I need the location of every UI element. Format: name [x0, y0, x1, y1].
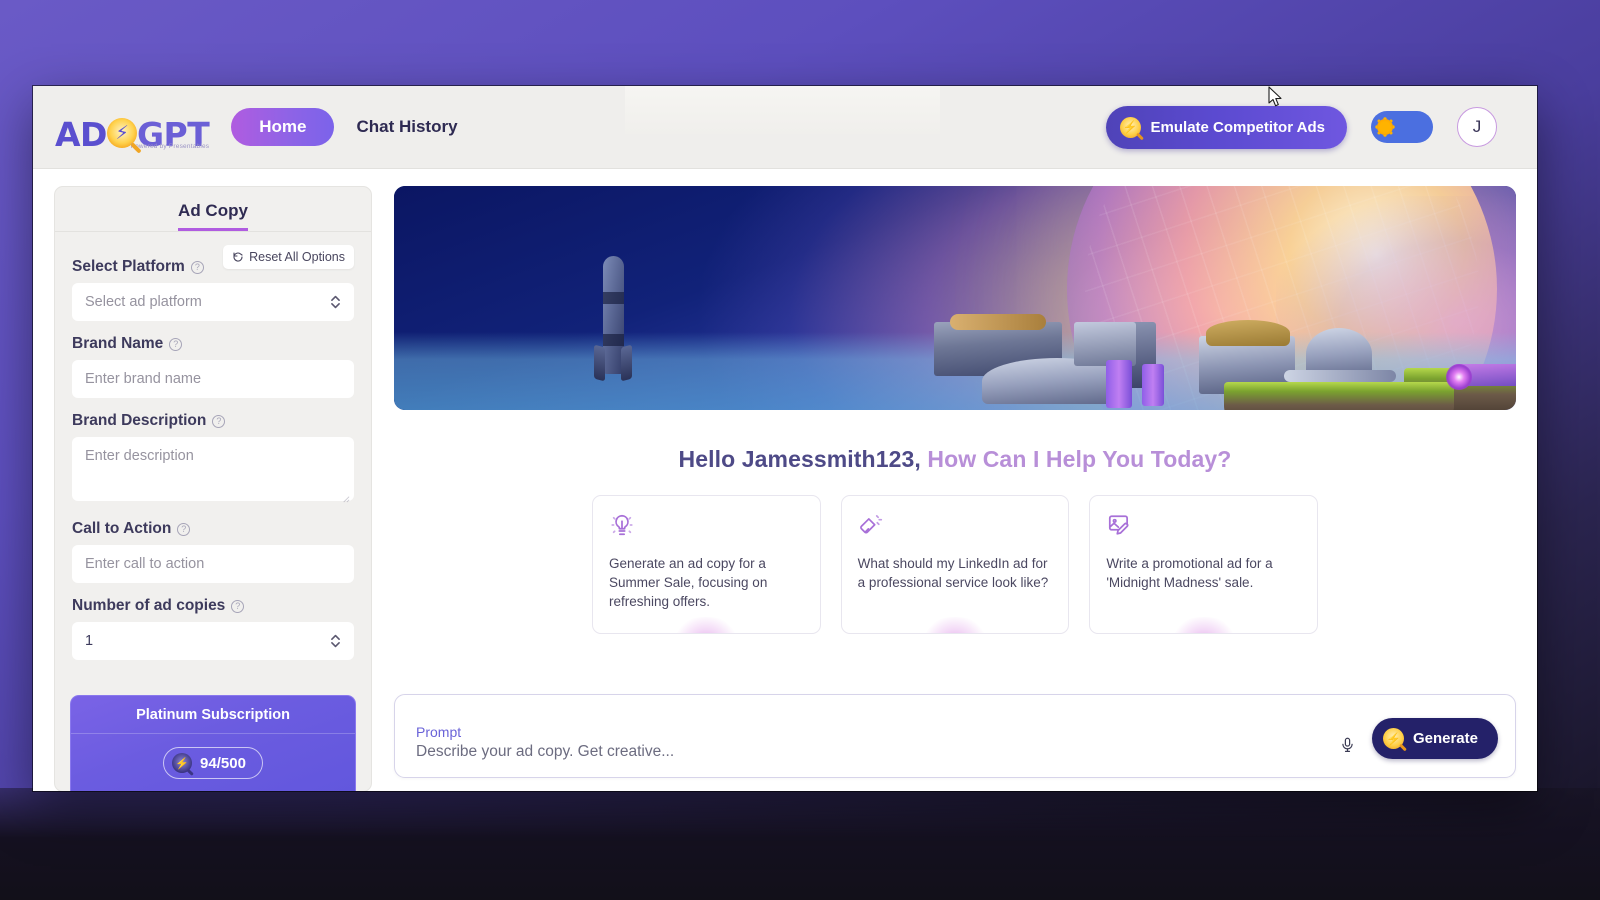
logo-text-ad: AD [55, 114, 107, 154]
select-platform-wrap [72, 283, 354, 321]
hero-portal-glow [1446, 364, 1472, 390]
prompt-area: Prompt ⚡ Generate [394, 694, 1516, 791]
label-call-to-action: Call to Action ? [72, 520, 354, 538]
lightbulb-icon [611, 514, 633, 536]
generate-button[interactable]: ⚡ Generate [1371, 718, 1498, 759]
megaphone-icon [859, 515, 882, 534]
hero-city [394, 300, 1516, 410]
prompt-input[interactable] [416, 743, 1323, 761]
reset-icon [233, 252, 243, 262]
suggestion-card-2[interactable]: What should my LinkedIn ad for a profess… [840, 495, 1070, 635]
emulate-competitor-ads-button[interactable]: ⚡ Emulate Competitor Ads [1105, 105, 1347, 149]
prompt-input-wrap: Prompt [416, 724, 1323, 761]
number-of-ad-copies-input[interactable] [72, 622, 354, 660]
desktop-background-shadow [0, 788, 1600, 900]
sidebar-tabbar: Ad Copy [55, 187, 371, 232]
image-edit-icon [1109, 515, 1129, 535]
credits-badge: ⚡ 94/500 [163, 747, 263, 779]
label-brand-description: Brand Description ? [72, 412, 354, 430]
suggestion-card-text: Generate an ad copy for a Summer Sale, f… [609, 556, 768, 610]
credits-value: 94/500 [200, 754, 246, 772]
microphone-icon [1342, 737, 1353, 752]
suggestion-card-text: What should my LinkedIn ad for a profess… [857, 556, 1049, 591]
theme-toggle[interactable] [1371, 111, 1433, 143]
app-header: AD ⚡ GPT Powered by Presentables Home Ch… [33, 86, 1537, 169]
label-number-of-ad-copies: Number of ad copies ? [72, 597, 354, 615]
brand-name-input[interactable] [72, 360, 354, 398]
reset-button-label: Reset All Options [249, 250, 345, 264]
subscription-card[interactable]: Platinum Subscription ⚡ 94/500 [70, 695, 356, 791]
app-logo[interactable]: AD ⚡ GPT Powered by Presentables [55, 103, 210, 154]
label-text: Number of ad copies [72, 597, 226, 614]
number-of-ad-copies-wrap [72, 622, 354, 660]
nav-item-chat-history[interactable]: Chat History [356, 117, 457, 137]
microphone-button[interactable] [1337, 735, 1358, 761]
browser-window: AD ⚡ GPT Powered by Presentables Home Ch… [33, 86, 1537, 791]
sidebar-panel: Ad Copy Reset All Options Select Platfor… [54, 186, 372, 791]
emulate-button-label: Emulate Competitor Ads [1150, 118, 1325, 136]
greeting-secondary: How Can I Help You Today? [927, 446, 1232, 472]
card-glow [924, 617, 986, 634]
app-body: Ad Copy Reset All Options Select Platfor… [33, 169, 1537, 791]
generate-button-label: Generate [1412, 730, 1478, 747]
coin-icon: ⚡ [172, 753, 193, 773]
question-icon[interactable]: ? [190, 260, 204, 274]
sun-icon [1377, 119, 1393, 135]
tab-ad-copy[interactable]: Ad Copy [178, 201, 248, 231]
label-text: Brand Description [72, 412, 207, 429]
reset-all-options-button[interactable]: Reset All Options [223, 245, 354, 269]
header-actions: ⚡ Emulate Competitor Ads J [1105, 105, 1497, 149]
lightning-magnifier-icon: ⚡ [105, 117, 142, 154]
brand-description-wrap [72, 437, 354, 506]
question-icon[interactable]: ? [169, 337, 183, 351]
card-glow [1172, 617, 1235, 634]
subscription-title: Platinum Subscription [71, 707, 355, 734]
call-to-action-input[interactable] [72, 545, 354, 583]
suggestion-cards: Generate an ad copy for a Summer Sale, f… [394, 495, 1516, 635]
suggestion-card-3[interactable]: Write a promotional ad for a 'Midnight M… [1089, 495, 1319, 635]
main-content: Hello Jamessmith123, How Can I Help You … [394, 186, 1537, 791]
avatar-initial: J [1472, 117, 1482, 136]
hero-banner-image [394, 186, 1516, 410]
page-title: Hello Jamessmith123, How Can I Help You … [394, 446, 1516, 473]
lightning-magnifier-icon: ⚡ [1119, 116, 1141, 138]
suggestion-card-text: Write a promotional ad for a 'Midnight M… [1106, 556, 1273, 591]
label-text: Brand Name [72, 335, 164, 352]
label-brand-name: Brand Name ? [72, 335, 354, 353]
label-text: Call to Action [72, 520, 172, 537]
question-icon[interactable]: ? [177, 522, 191, 536]
card-glow [675, 617, 738, 634]
nav-item-home[interactable]: Home [231, 108, 335, 146]
select-platform-input[interactable] [72, 283, 354, 321]
avatar[interactable]: J [1457, 107, 1497, 147]
brand-description-textarea[interactable] [72, 437, 354, 501]
prompt-bar: Prompt ⚡ Generate [394, 694, 1516, 778]
lightning-magnifier-icon: ⚡ [1382, 728, 1404, 749]
label-text: Select Platform [72, 258, 185, 275]
prompt-label: Prompt [416, 724, 462, 740]
suggestion-card-1[interactable]: Generate an ad copy for a Summer Sale, f… [592, 495, 821, 635]
question-icon[interactable]: ? [231, 599, 245, 613]
sidebar-form: Reset All Options Select Platform ? Sele… [55, 232, 371, 660]
question-icon[interactable]: ? [212, 414, 226, 428]
greeting-primary: Hello Jamessmith123, [678, 446, 921, 472]
logo-tagline: Powered by Presentables [130, 143, 210, 150]
